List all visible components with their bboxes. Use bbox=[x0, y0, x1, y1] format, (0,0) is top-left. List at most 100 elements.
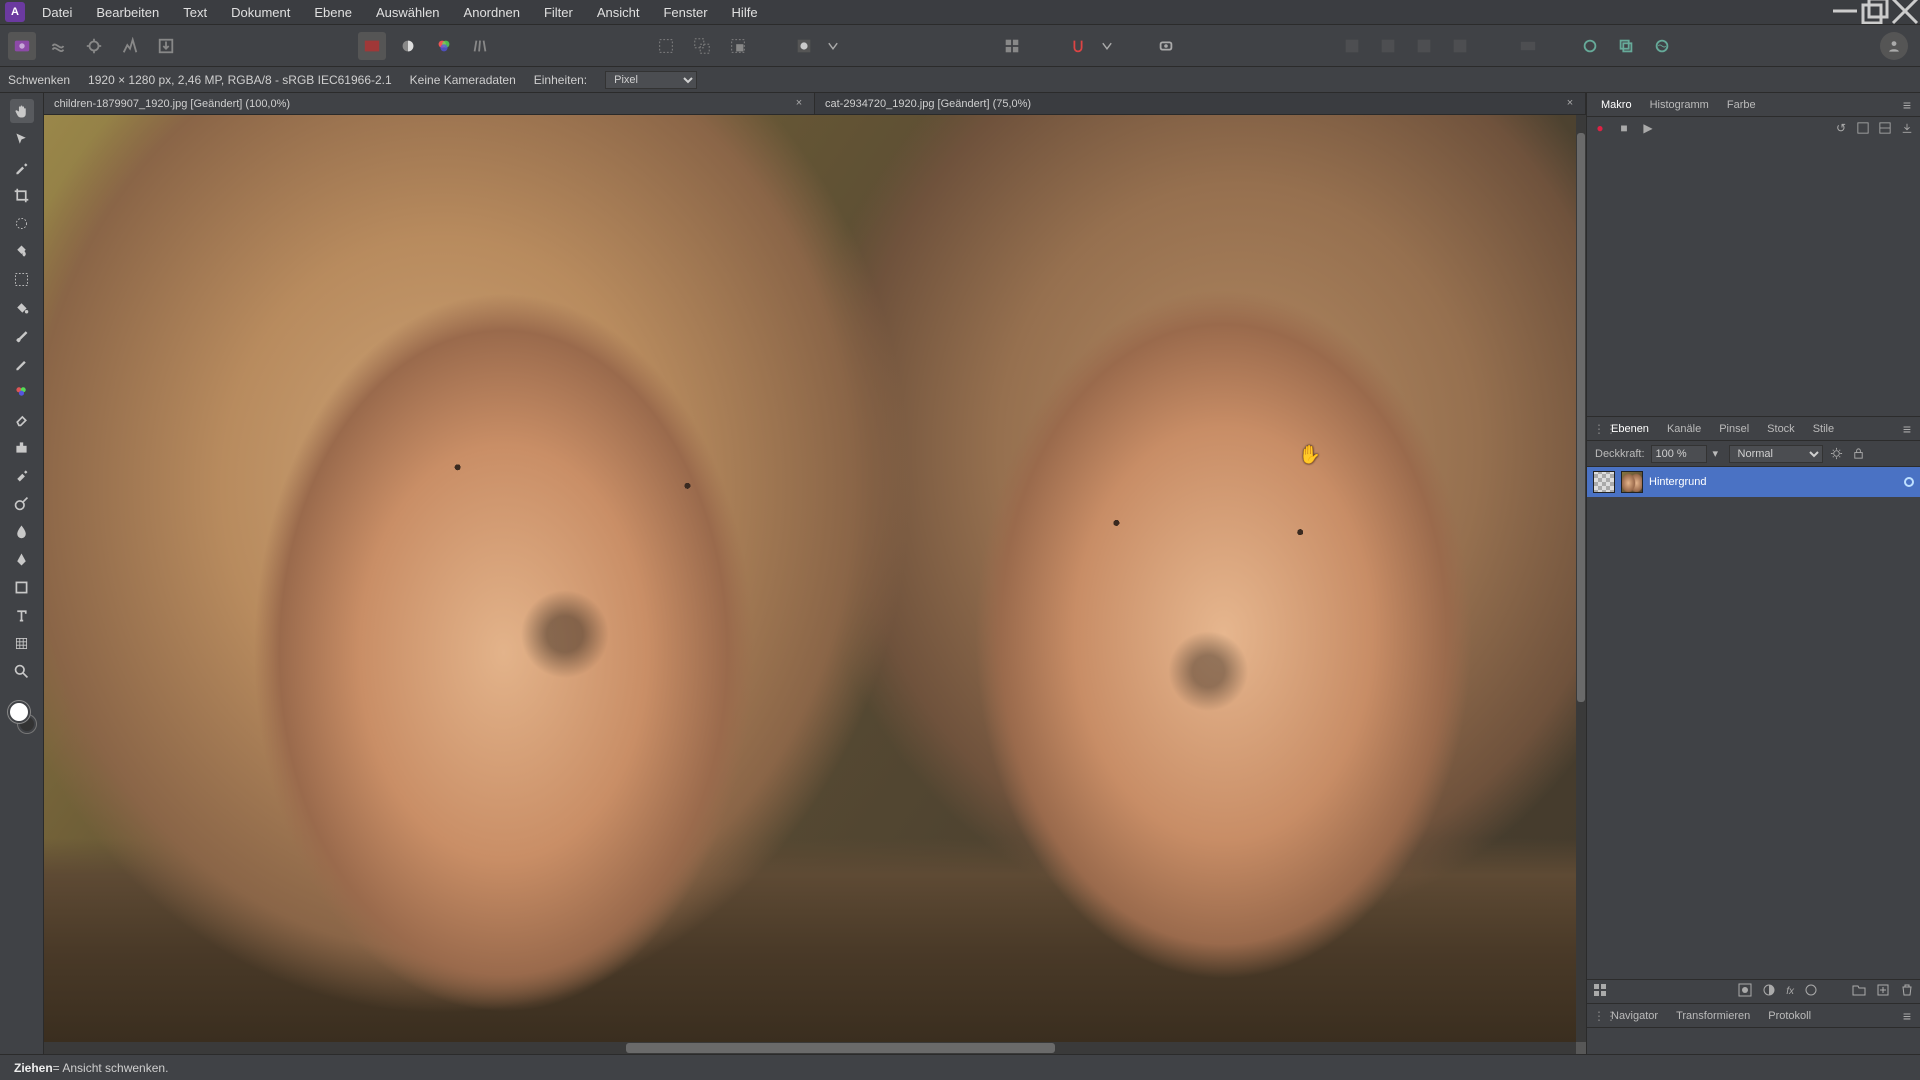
macro-stop-icon[interactable]: ■ bbox=[1617, 121, 1631, 135]
macro-record-icon[interactable]: ● bbox=[1593, 121, 1607, 135]
arrange-icon[interactable] bbox=[998, 32, 1026, 60]
doc-tab-1-close-icon[interactable]: × bbox=[792, 96, 806, 110]
layer-list[interactable]: Hintergrund bbox=[1587, 467, 1920, 979]
cloud3-icon[interactable] bbox=[1648, 32, 1676, 60]
layer-name[interactable]: Hintergrund bbox=[1649, 476, 1706, 488]
layer-adjust-icon[interactable] bbox=[1762, 983, 1776, 1000]
tool-dodge[interactable] bbox=[10, 491, 34, 515]
window-close[interactable] bbox=[1890, 0, 1920, 22]
tab-kanaele[interactable]: Kanäle bbox=[1659, 420, 1709, 438]
cloud1-icon[interactable] bbox=[1576, 32, 1604, 60]
panel2-menu-icon[interactable]: ≡ bbox=[1903, 421, 1914, 437]
layer-thumbsize-icon[interactable] bbox=[1593, 983, 1607, 1000]
persona-export-icon[interactable] bbox=[152, 32, 180, 60]
menu-bearbeiten[interactable]: Bearbeiten bbox=[84, 1, 171, 24]
tab-navigator[interactable]: Navigator bbox=[1603, 1007, 1666, 1025]
tool-colorpicker[interactable] bbox=[10, 155, 34, 179]
selmode-new-icon[interactable] bbox=[652, 32, 680, 60]
tool-brush[interactable] bbox=[10, 323, 34, 347]
layer-group-icon[interactable] bbox=[1852, 983, 1866, 1000]
vscroll-thumb[interactable] bbox=[1577, 133, 1585, 702]
tool-fill[interactable] bbox=[10, 295, 34, 319]
tab-pinsel[interactable]: Pinsel bbox=[1711, 420, 1757, 438]
selmode-add-icon[interactable] bbox=[688, 32, 716, 60]
tool-clone[interactable] bbox=[10, 435, 34, 459]
tab-transformieren[interactable]: Transformieren bbox=[1668, 1007, 1758, 1025]
foreground-swatch[interactable] bbox=[8, 701, 30, 723]
mod5-icon[interactable] bbox=[1508, 32, 1548, 60]
layer-visibility-icon[interactable] bbox=[1904, 477, 1914, 487]
mod2-icon[interactable] bbox=[1374, 32, 1402, 60]
window-restore[interactable] bbox=[1860, 0, 1890, 22]
menu-anordnen[interactable]: Anordnen bbox=[452, 1, 532, 24]
menu-filter[interactable]: Filter bbox=[532, 1, 585, 24]
tool-flood-select[interactable] bbox=[10, 239, 34, 263]
units-select[interactable]: Pixel bbox=[605, 71, 697, 89]
layer-opt-lock-icon[interactable] bbox=[1851, 446, 1867, 462]
layer-delete-icon[interactable] bbox=[1900, 983, 1914, 1000]
layer-live-icon[interactable] bbox=[1804, 983, 1818, 1000]
tool-marquee[interactable] bbox=[10, 267, 34, 291]
macro-a-icon[interactable] bbox=[1856, 121, 1870, 135]
layer-fx-icon[interactable]: fx bbox=[1786, 986, 1794, 997]
canvas[interactable] bbox=[44, 115, 1576, 1042]
tab-stile[interactable]: Stile bbox=[1805, 420, 1842, 438]
autocontrast-icon[interactable] bbox=[394, 32, 422, 60]
mod1-icon[interactable] bbox=[1338, 32, 1366, 60]
tool-mesh[interactable] bbox=[10, 631, 34, 655]
menu-ebene[interactable]: Ebene bbox=[302, 1, 364, 24]
quickmask-chevron-icon[interactable] bbox=[826, 32, 840, 60]
blendmode-select[interactable]: Normal bbox=[1729, 445, 1823, 463]
tool-crop[interactable] bbox=[10, 183, 34, 207]
panel3-menu-icon[interactable]: ≡ bbox=[1903, 1008, 1914, 1024]
menu-ansicht[interactable]: Ansicht bbox=[585, 1, 652, 24]
menu-fenster[interactable]: Fenster bbox=[651, 1, 719, 24]
selmode-sub-icon[interactable] bbox=[724, 32, 752, 60]
persona-develop-icon[interactable] bbox=[80, 32, 108, 60]
tool-zoom[interactable] bbox=[10, 659, 34, 683]
persona-tonemap-icon[interactable] bbox=[116, 32, 144, 60]
stream-icon[interactable] bbox=[1152, 32, 1180, 60]
menu-auswaehlen[interactable]: Auswählen bbox=[364, 1, 452, 24]
doc-tab-2-close-icon[interactable]: × bbox=[1563, 96, 1577, 110]
doc-tab-1[interactable]: children-1879907_1920.jpg [Geändert] (10… bbox=[44, 93, 815, 114]
vertical-scrollbar[interactable] bbox=[1576, 115, 1586, 1042]
color-swatches[interactable] bbox=[8, 701, 36, 737]
snap-chevron-icon[interactable] bbox=[1100, 32, 1114, 60]
tab-histogramm[interactable]: Histogramm bbox=[1642, 96, 1717, 114]
tab-stock[interactable]: Stock bbox=[1759, 420, 1803, 438]
layer-mask-icon[interactable] bbox=[1738, 983, 1752, 1000]
macro-reset-icon[interactable]: ↺ bbox=[1834, 121, 1848, 135]
tool-erase[interactable] bbox=[10, 407, 34, 431]
macro-export-icon[interactable] bbox=[1900, 121, 1914, 135]
opacity-field[interactable] bbox=[1651, 445, 1707, 463]
menu-dokument[interactable]: Dokument bbox=[219, 1, 302, 24]
layer-opt-gear-icon[interactable] bbox=[1829, 446, 1845, 462]
tool-hand[interactable] bbox=[10, 99, 34, 123]
tab-ebenen[interactable]: Ebenen bbox=[1603, 420, 1657, 438]
menu-text[interactable]: Text bbox=[171, 1, 219, 24]
mod3-icon[interactable] bbox=[1410, 32, 1438, 60]
macro-play-icon[interactable]: ▶ bbox=[1641, 121, 1655, 135]
tool-move[interactable] bbox=[10, 127, 34, 151]
layer-add-icon[interactable] bbox=[1876, 983, 1890, 1000]
persona-liquify-icon[interactable] bbox=[44, 32, 72, 60]
autowb-icon[interactable] bbox=[466, 32, 494, 60]
panel2-collapse-icon[interactable]: ⋮⋮ bbox=[1593, 422, 1603, 436]
doc-tab-2[interactable]: cat-2934720_1920.jpg [Geändert] (75,0%) … bbox=[815, 93, 1586, 114]
tool-selection-brush[interactable] bbox=[10, 211, 34, 235]
tool-shape[interactable] bbox=[10, 575, 34, 599]
tool-text[interactable] bbox=[10, 603, 34, 627]
snap-icon[interactable] bbox=[1064, 32, 1092, 60]
menu-datei[interactable]: Datei bbox=[30, 1, 84, 24]
panel3-collapse-icon[interactable]: ⋮⋮ bbox=[1593, 1009, 1603, 1023]
tool-paint-mixer[interactable] bbox=[10, 379, 34, 403]
tool-pen[interactable] bbox=[10, 547, 34, 571]
tab-protokoll[interactable]: Protokoll bbox=[1760, 1007, 1819, 1025]
autolevels-icon[interactable] bbox=[358, 32, 386, 60]
opacity-chevron-icon[interactable]: ▾ bbox=[1713, 447, 1723, 460]
cloud2-icon[interactable] bbox=[1612, 32, 1640, 60]
tab-farbe[interactable]: Farbe bbox=[1719, 96, 1764, 114]
tool-pencil[interactable] bbox=[10, 351, 34, 375]
panel1-menu-icon[interactable]: ≡ bbox=[1903, 97, 1914, 113]
